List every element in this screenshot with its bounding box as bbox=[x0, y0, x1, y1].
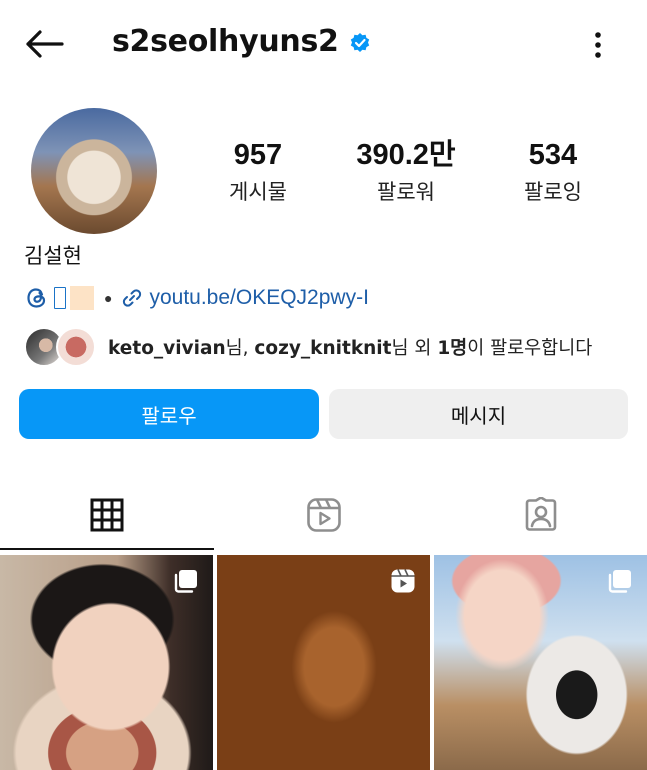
arrow-left-icon bbox=[26, 30, 64, 58]
verified-badge-icon bbox=[349, 32, 371, 54]
more-options-button[interactable] bbox=[584, 28, 612, 62]
stat-following[interactable]: 534 팔로잉 bbox=[483, 138, 623, 206]
stat-followers[interactable]: 390.2만 팔로워 bbox=[336, 138, 476, 206]
post-thumbnail[interactable] bbox=[434, 555, 647, 770]
more-vertical-icon bbox=[595, 32, 601, 58]
username: s2seolhyuns2 bbox=[112, 24, 339, 59]
reels-icon bbox=[307, 498, 341, 532]
mutual-followers[interactable]: keto_vivian님, cozy_knitknit님 외 1명이 팔로우합니… bbox=[24, 324, 592, 370]
message-button[interactable]: 메시지 bbox=[329, 389, 628, 439]
stat-posts[interactable]: 957 게시물 bbox=[188, 138, 328, 206]
following-label: 팔로잉 bbox=[524, 180, 582, 204]
followers-label: 팔로워 bbox=[377, 180, 435, 204]
full-name: 김설현 bbox=[24, 244, 82, 268]
mutual-tail: 이 팔로우합니다 bbox=[467, 338, 593, 359]
mutual-followers-text: keto_vivian님, cozy_knitknit님 외 1명이 팔로우합니… bbox=[108, 334, 592, 360]
reel-icon bbox=[390, 568, 416, 594]
link-icon bbox=[120, 286, 144, 310]
back-button[interactable] bbox=[22, 26, 66, 62]
tab-posts-grid[interactable] bbox=[0, 482, 214, 548]
profile-header: s2seolhyuns2 bbox=[0, 0, 647, 90]
avatar bbox=[56, 327, 96, 367]
mutual-user-2: cozy_knitknit bbox=[254, 338, 392, 359]
follow-button[interactable]: 팔로우 bbox=[19, 389, 319, 439]
bio-link[interactable]: youtu.be/OKEQJ2pwy-I bbox=[149, 286, 368, 310]
bio-links: ● youtu.be/OKEQJ2pwy-I bbox=[24, 284, 369, 312]
tab-tagged[interactable] bbox=[434, 482, 647, 548]
post-thumbnail[interactable] bbox=[0, 555, 213, 770]
mutual-mid: 님 외 bbox=[391, 338, 438, 359]
post-thumbnail[interactable] bbox=[217, 555, 430, 770]
following-count: 534 bbox=[528, 139, 578, 171]
posts-count: 957 bbox=[233, 139, 283, 171]
carousel-icon bbox=[607, 568, 633, 594]
tagged-icon bbox=[525, 497, 557, 531]
posts-grid bbox=[0, 555, 647, 770]
mutual-avatars bbox=[24, 325, 98, 369]
active-tab-indicator bbox=[0, 548, 214, 550]
unknown-glyph-icon bbox=[54, 287, 66, 309]
mutual-count: 1명 bbox=[437, 338, 468, 359]
profile-stats: 957 게시물 390.2만 팔로워 534 팔로잉 bbox=[0, 138, 647, 208]
posts-label: 게시물 bbox=[229, 180, 287, 204]
mutual-sep: 님, bbox=[225, 338, 255, 359]
tab-reels[interactable] bbox=[217, 482, 431, 548]
username-group: s2seolhyuns2 bbox=[112, 24, 371, 59]
grid-icon bbox=[90, 498, 124, 532]
carousel-icon bbox=[173, 568, 199, 594]
separator-dot-icon: ● bbox=[104, 290, 113, 306]
threads-handle[interactable] bbox=[54, 286, 94, 310]
followers-count: 390.2만 bbox=[356, 139, 456, 171]
threads-icon[interactable] bbox=[24, 285, 50, 311]
mutual-user-1: keto_vivian bbox=[108, 338, 226, 359]
emoji-icon bbox=[70, 286, 94, 310]
profile-tabs bbox=[0, 482, 647, 552]
